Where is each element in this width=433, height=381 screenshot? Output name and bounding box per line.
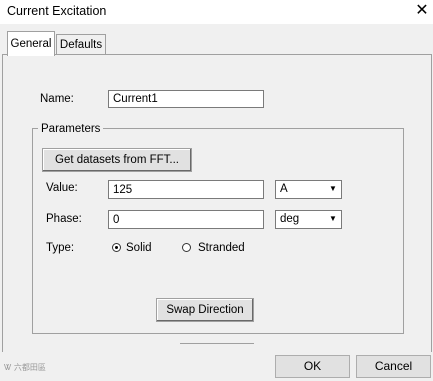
solid-radio[interactable] bbox=[112, 243, 121, 252]
watermark: Ꮤ 六都田區 bbox=[4, 363, 46, 372]
value-unit-text: A bbox=[280, 183, 288, 195]
solid-radio-label[interactable]: Solid bbox=[126, 242, 152, 254]
phase-unit-text: deg bbox=[280, 213, 300, 225]
close-icon[interactable]: ✕ bbox=[410, 0, 433, 24]
parameters-label: Parameters bbox=[38, 123, 104, 135]
name-label: Name: bbox=[40, 93, 74, 105]
tab-general[interactable]: General bbox=[7, 31, 55, 56]
window-title: Current Excitation bbox=[7, 4, 107, 18]
value-field[interactable] bbox=[108, 180, 264, 199]
value-label: Value: bbox=[46, 182, 78, 194]
phase-unit-select[interactable]: deg ▼ bbox=[275, 210, 342, 229]
ok-button[interactable]: OK bbox=[275, 355, 350, 378]
stranded-radio[interactable] bbox=[182, 243, 191, 252]
cancel-button[interactable]: Cancel bbox=[356, 355, 431, 378]
name-field[interactable] bbox=[108, 90, 264, 108]
value-unit-select[interactable]: A ▼ bbox=[275, 180, 342, 199]
stranded-radio-label[interactable]: Stranded bbox=[198, 242, 245, 254]
type-label: Type: bbox=[46, 242, 75, 254]
phase-label: Phase: bbox=[46, 213, 82, 225]
divider bbox=[180, 343, 254, 344]
get-datasets-button[interactable]: Get datasets from FFT... bbox=[42, 148, 192, 172]
phase-field[interactable] bbox=[108, 210, 264, 229]
chevron-down-icon: ▼ bbox=[329, 184, 337, 193]
chevron-down-icon: ▼ bbox=[329, 214, 337, 223]
swap-direction-button[interactable]: Swap Direction bbox=[156, 298, 254, 322]
tab-defaults[interactable]: Defaults bbox=[56, 34, 106, 55]
